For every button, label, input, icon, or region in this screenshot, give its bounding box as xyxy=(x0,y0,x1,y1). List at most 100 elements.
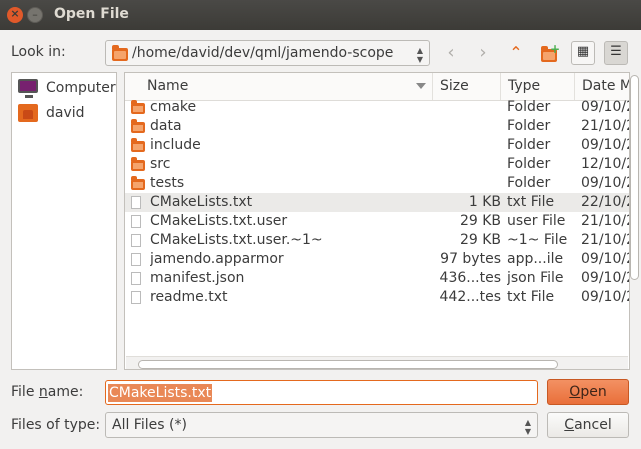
table-row[interactable]: manifest.json 436...tes json File 09/10/… xyxy=(125,269,630,288)
file-type: Folder xyxy=(507,175,551,191)
icon-view-icon: ▦ xyxy=(576,44,590,59)
file-name: CMakeLists.txt.user xyxy=(150,213,288,229)
back-button[interactable]: ‹ xyxy=(439,41,463,65)
files-of-type-label: Files of type: xyxy=(11,417,101,433)
column-header-name[interactable]: Name xyxy=(125,73,433,100)
column-header-label: Size xyxy=(440,78,469,94)
list-view-icon: ☰ xyxy=(610,44,622,59)
icon-view-button[interactable]: ▦ xyxy=(571,41,595,65)
look-in-label: Look in: xyxy=(11,44,66,60)
file-name-input[interactable]: CMakeLists.txt xyxy=(105,380,538,405)
new-folder-button[interactable]: + xyxy=(537,41,561,65)
table-row[interactable]: include Folder 09/10/2 xyxy=(125,136,629,155)
vertical-scroll-thumb[interactable] xyxy=(630,75,639,280)
table-row-selected[interactable]: CMakeLists.txt 1 KB txt File 22/10/2 xyxy=(125,193,629,212)
file-size: 29 KB xyxy=(459,213,501,229)
table-row[interactable]: CMakeLists.txt.user 29 KB user File 21/1… xyxy=(125,212,630,231)
folder-icon xyxy=(131,119,145,133)
file-date: 09/10/2 xyxy=(581,251,630,267)
file-size: 442...tes xyxy=(439,289,501,305)
folder-icon xyxy=(131,138,145,152)
column-header-label: Date M xyxy=(582,78,630,94)
file-size xyxy=(433,117,501,136)
file-size: 436...tes xyxy=(439,270,501,286)
file-name: src xyxy=(150,156,171,172)
file-icon xyxy=(131,234,141,247)
vertical-scrollbar[interactable] xyxy=(628,72,641,370)
arrow-up-icon: ⌃ xyxy=(509,43,523,62)
file-icon xyxy=(131,291,141,304)
file-size: 29 KB xyxy=(459,232,501,248)
files-of-type-combobox[interactable]: All Files (*) ▲ ▼ xyxy=(105,412,538,438)
look-in-path: /home/david/dev/qml/jamendo-scope xyxy=(132,45,394,61)
column-header-label: Name xyxy=(147,78,189,94)
window-title: Open File xyxy=(54,6,129,22)
table-row[interactable]: tests Folder 09/10/2 xyxy=(125,174,630,193)
file-date: 21/10/2 xyxy=(581,213,630,229)
label-text: File xyxy=(11,384,39,400)
places-sidebar: Computer david xyxy=(11,72,117,370)
file-type: user File xyxy=(507,213,566,229)
file-icon xyxy=(131,253,141,266)
file-icon xyxy=(131,272,141,285)
button-label: ancel xyxy=(574,417,612,433)
sidebar-item-label: david xyxy=(46,105,85,121)
look-in-combobox[interactable]: /home/david/dev/qml/jamendo-scope ▲ ▼ xyxy=(105,40,430,66)
list-view-button[interactable]: ☰ xyxy=(604,41,628,65)
updown-arrows-icon: ▲ ▼ xyxy=(416,46,423,64)
title-bar: × – Open File xyxy=(0,0,641,30)
label-accelerator: n xyxy=(38,384,48,400)
file-list-header: Name Size Type Date M xyxy=(125,73,630,101)
file-name: tests xyxy=(150,175,185,191)
file-name: data xyxy=(150,118,182,134)
arrow-right-icon: › xyxy=(479,42,487,63)
file-date: 12/10/2 xyxy=(581,156,630,172)
horizontal-scroll-thumb[interactable] xyxy=(138,360,558,369)
file-size: 97 bytes xyxy=(440,251,501,267)
sort-descending-icon xyxy=(416,83,426,89)
close-window-button[interactable]: × xyxy=(7,7,23,23)
column-header-label: Type xyxy=(508,78,541,94)
button-label: pen xyxy=(580,384,607,400)
sidebar-item-computer[interactable]: Computer xyxy=(16,77,116,101)
folder-icon xyxy=(131,100,145,114)
arrow-left-icon: ‹ xyxy=(447,42,455,63)
file-date: 09/10/2 xyxy=(581,270,630,286)
file-name-value: CMakeLists.txt xyxy=(108,384,213,402)
files-of-type-value: All Files (*) xyxy=(112,417,187,433)
file-name: manifest.json xyxy=(150,270,245,286)
file-name-label: File name: xyxy=(11,384,83,400)
file-date: 09/10/2 xyxy=(581,289,630,305)
column-header-type[interactable]: Type xyxy=(501,73,575,100)
table-row[interactable]: cmake Folder 09/10/2 xyxy=(125,98,630,117)
file-name: CMakeLists.txt xyxy=(150,194,253,210)
file-date: 21/10/2 xyxy=(581,232,630,248)
label-text: ame: xyxy=(47,384,84,400)
file-list: Name Size Type Date M cmake Folder 09/10… xyxy=(124,72,630,370)
file-date: 21/10/2 xyxy=(581,118,630,134)
file-name: CMakeLists.txt.user.~1~ xyxy=(150,232,323,248)
file-icon xyxy=(131,215,141,228)
horizontal-scrollbar[interactable] xyxy=(126,356,628,369)
up-directory-button[interactable]: ⌃ xyxy=(504,41,528,65)
table-row[interactable]: readme.txt 442...tes txt File 09/10/2 xyxy=(125,288,630,307)
home-folder-icon xyxy=(18,104,38,122)
file-size: 1 KB xyxy=(468,194,501,210)
table-row[interactable]: jamendo.apparmor 97 bytes app...ile 09/1… xyxy=(125,250,630,269)
file-date: 09/10/2 xyxy=(581,99,630,115)
cancel-button[interactable]: Cancel xyxy=(547,412,629,438)
open-button[interactable]: Open xyxy=(547,379,629,405)
file-type: Folder xyxy=(507,99,551,115)
file-date: 09/10/2 xyxy=(581,175,630,191)
file-size xyxy=(433,155,501,174)
table-row[interactable]: src Folder 12/10/2 xyxy=(125,155,630,174)
table-row[interactable]: CMakeLists.txt.user.~1~ 29 KB ~1~ File 2… xyxy=(125,231,630,250)
table-row[interactable]: data Folder 21/10/2 xyxy=(125,117,630,136)
file-type: Folder xyxy=(507,137,551,153)
column-header-date-modified[interactable]: Date M xyxy=(575,73,630,100)
minimize-window-button[interactable]: – xyxy=(27,7,43,23)
forward-button[interactable]: › xyxy=(471,41,495,65)
column-header-size[interactable]: Size xyxy=(433,73,501,100)
folder-icon xyxy=(131,157,145,171)
sidebar-item-david[interactable]: david xyxy=(16,102,114,126)
